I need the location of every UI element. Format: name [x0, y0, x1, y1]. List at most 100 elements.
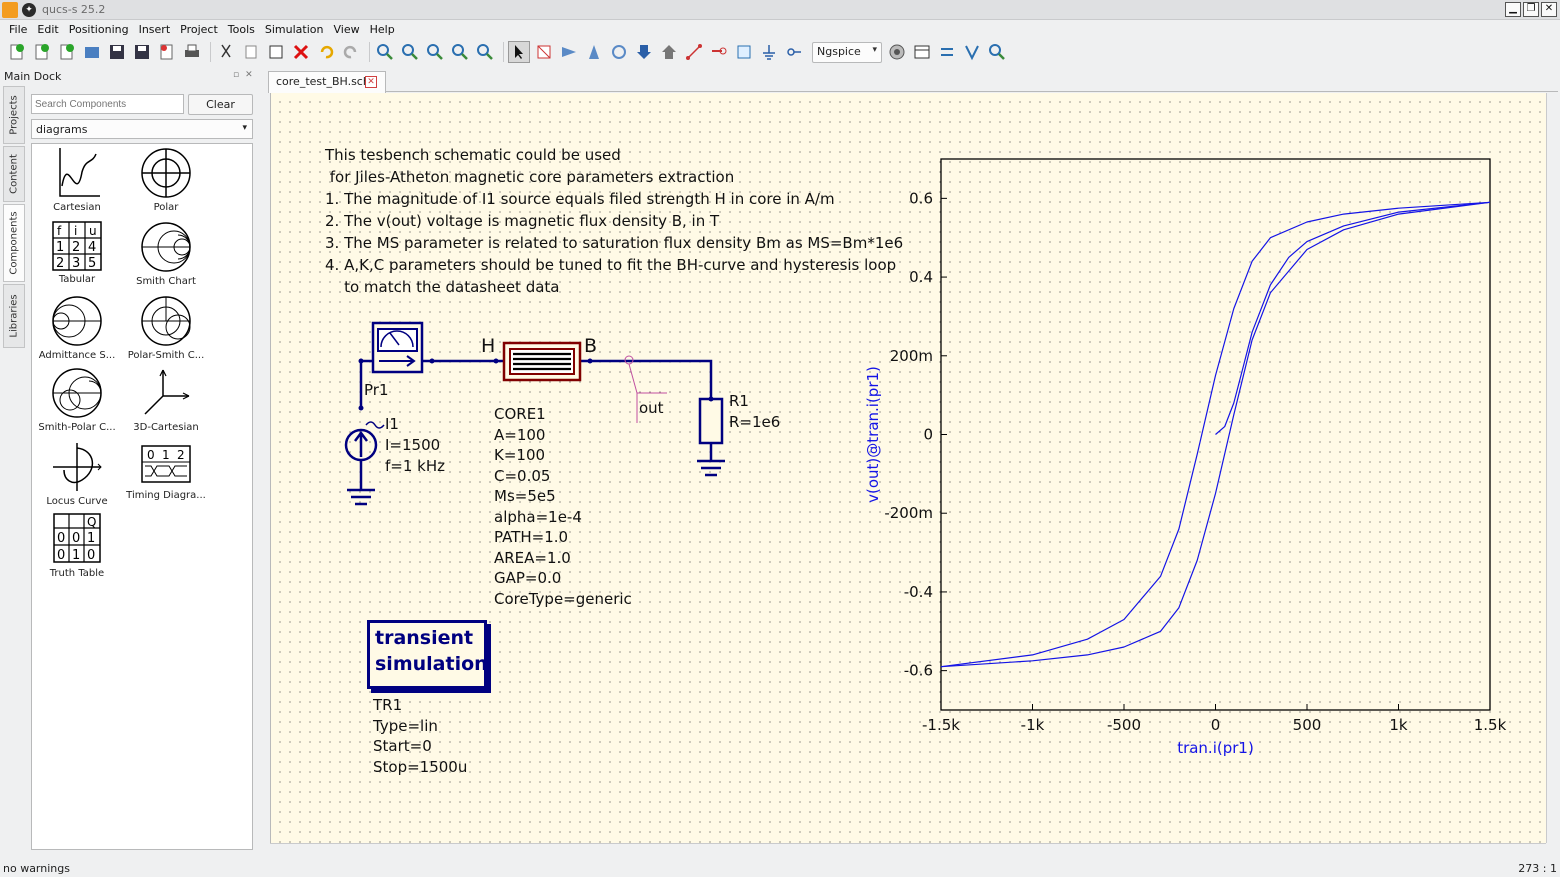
- document-tab-strip: [268, 70, 1558, 92]
- minimize-button[interactable]: ▁: [1505, 2, 1521, 17]
- new-file-icon[interactable]: [6, 41, 28, 63]
- insert-ground-icon[interactable]: [758, 41, 780, 63]
- maximize-button[interactable]: ❐: [1523, 2, 1539, 17]
- zoom-selection-icon[interactable]: [399, 41, 421, 63]
- svg-text:3: 3: [72, 256, 80, 271]
- component-truth-table[interactable]: Q001010 Truth Table: [33, 512, 121, 579]
- menu-project[interactable]: Project: [175, 23, 223, 36]
- undo-icon[interactable]: [315, 41, 337, 63]
- zoom-in-icon[interactable]: [449, 41, 471, 63]
- bh-curve-chart[interactable]: -1.5k -1k -500 0 500 1k 1.5k 0.6 0.4 200m 0 -200m -0…: [851, 143, 1531, 773]
- copy-icon[interactable]: [240, 41, 262, 63]
- delete-icon[interactable]: [290, 41, 312, 63]
- insert-port-icon[interactable]: [783, 41, 805, 63]
- svg-text:2: 2: [177, 448, 185, 462]
- menu-simulation[interactable]: Simulation: [260, 23, 329, 36]
- view-data-icon[interactable]: [911, 41, 933, 63]
- rotate-icon[interactable]: [608, 41, 630, 63]
- category-select[interactable]: diagrams: [31, 119, 253, 139]
- pin-icon[interactable]: ✦: [22, 3, 36, 17]
- component-admittance-smith[interactable]: Admittance S...: [33, 294, 121, 361]
- close-file-icon[interactable]: [156, 41, 178, 63]
- clear-button[interactable]: Clear: [188, 94, 253, 115]
- tune-icon[interactable]: [986, 41, 1008, 63]
- paste-icon[interactable]: [265, 41, 287, 63]
- close-tab-icon[interactable]: ✕: [365, 76, 377, 88]
- component-smith-polar[interactable]: Smith-Polar C...: [33, 366, 121, 433]
- simulation-properties: TR1 Type=lin Start=0 Stop=1500u: [373, 696, 468, 776]
- menu-file[interactable]: File: [4, 23, 32, 36]
- transient-simulation-block[interactable]: transient simulation: [367, 620, 488, 689]
- mirror-x-icon[interactable]: [558, 41, 580, 63]
- dock-buttons[interactable]: ▫✕: [233, 70, 259, 80]
- menu-view[interactable]: View: [328, 23, 364, 36]
- core-symbol: [502, 341, 582, 382]
- cartesian-icon: [59, 148, 100, 197]
- tab-components[interactable]: Components: [3, 204, 25, 282]
- go-down-icon[interactable]: [633, 41, 655, 63]
- y-tick-label: 0.6: [909, 189, 933, 207]
- component-timing-diagram[interactable]: 012 Timing Diagra...: [122, 440, 210, 501]
- save-icon[interactable]: [106, 41, 128, 63]
- set-marker-icon[interactable]: [961, 41, 983, 63]
- bh-series-line: [1215, 201, 1491, 435]
- svg-text:f: f: [57, 224, 62, 238]
- vertical-scrollbar[interactable]: [1546, 93, 1558, 843]
- cut-icon[interactable]: [215, 41, 237, 63]
- simulator-select[interactable]: Ngspice: [812, 41, 882, 63]
- dock-title: Main Dock: [4, 70, 62, 83]
- redo-icon[interactable]: [340, 41, 362, 63]
- edit-properties-icon[interactable]: [533, 41, 555, 63]
- insert-label-icon[interactable]: [708, 41, 730, 63]
- window-title: qucs-s 25.2: [42, 3, 106, 16]
- print-icon[interactable]: [181, 41, 203, 63]
- search-components-input[interactable]: [31, 94, 184, 114]
- zoom-out-icon[interactable]: [474, 41, 496, 63]
- menu-edit[interactable]: Edit: [32, 23, 63, 36]
- wire-icon[interactable]: [683, 41, 705, 63]
- zoom-one-icon[interactable]: [424, 41, 446, 63]
- x-tick-label: -1.5k: [922, 716, 960, 734]
- menu-help[interactable]: Help: [365, 23, 400, 36]
- insert-equation-icon[interactable]: [733, 41, 755, 63]
- simulate-icon[interactable]: [886, 41, 908, 63]
- schematic-canvas[interactable]: This tesbench schematic could be used fo…: [270, 93, 1546, 843]
- svg-text:1: 1: [87, 531, 95, 546]
- tab-projects[interactable]: Projects: [3, 86, 25, 144]
- x-tick-label: 1.5k: [1474, 716, 1507, 734]
- component-smith-chart[interactable]: Smith Chart: [122, 220, 210, 287]
- y-axis-label: v(out)@tran.i(pr1): [864, 366, 882, 503]
- tab-libraries[interactable]: Libraries: [3, 284, 25, 348]
- horizontal-scrollbar[interactable]: [270, 843, 1546, 855]
- svg-text:5: 5: [88, 256, 96, 271]
- menu-insert[interactable]: Insert: [134, 23, 176, 36]
- open-icon[interactable]: [81, 41, 103, 63]
- new-text-icon[interactable]: [31, 41, 53, 63]
- component-3d-cartesian[interactable]: 3D-Cartesian: [122, 366, 210, 433]
- new-symbol-icon[interactable]: [56, 41, 78, 63]
- component-polar[interactable]: Polar: [122, 146, 210, 213]
- truth-table-icon: Q0 0 10 1 0: [53, 513, 101, 563]
- select-pointer-icon[interactable]: [508, 41, 530, 63]
- title-bar: [0, 0, 1560, 20]
- resistor-properties: R1 R=1e6: [729, 392, 781, 431]
- component-locus-curve[interactable]: Locus Curve: [33, 440, 121, 507]
- component-tabular[interactable]: fiu124235 Tabular: [33, 220, 121, 285]
- go-up-icon[interactable]: [658, 41, 680, 63]
- locus-curve-icon: [53, 443, 102, 491]
- sync-icon[interactable]: [936, 41, 958, 63]
- tab-content[interactable]: Content: [3, 146, 25, 202]
- menu-positioning[interactable]: Positioning: [64, 23, 134, 36]
- zoom-fit-icon[interactable]: [374, 41, 396, 63]
- component-polar-smith[interactable]: Polar-Smith C...: [122, 294, 210, 361]
- tab-core-test-bh[interactable]: core_test_BH.sch ✕: [268, 71, 386, 93]
- menu-bar: File Edit Positioning Insert Project Too…: [0, 20, 1560, 38]
- resistor-r1: [698, 397, 724, 445]
- mirror-y-icon[interactable]: [583, 41, 605, 63]
- svg-text:i: i: [74, 224, 77, 238]
- y-tick-label: 0: [923, 426, 933, 444]
- menu-tools[interactable]: Tools: [223, 23, 260, 36]
- close-button[interactable]: ✕: [1541, 2, 1557, 17]
- save-all-icon[interactable]: [131, 41, 153, 63]
- component-cartesian[interactable]: Cartesian: [33, 146, 121, 213]
